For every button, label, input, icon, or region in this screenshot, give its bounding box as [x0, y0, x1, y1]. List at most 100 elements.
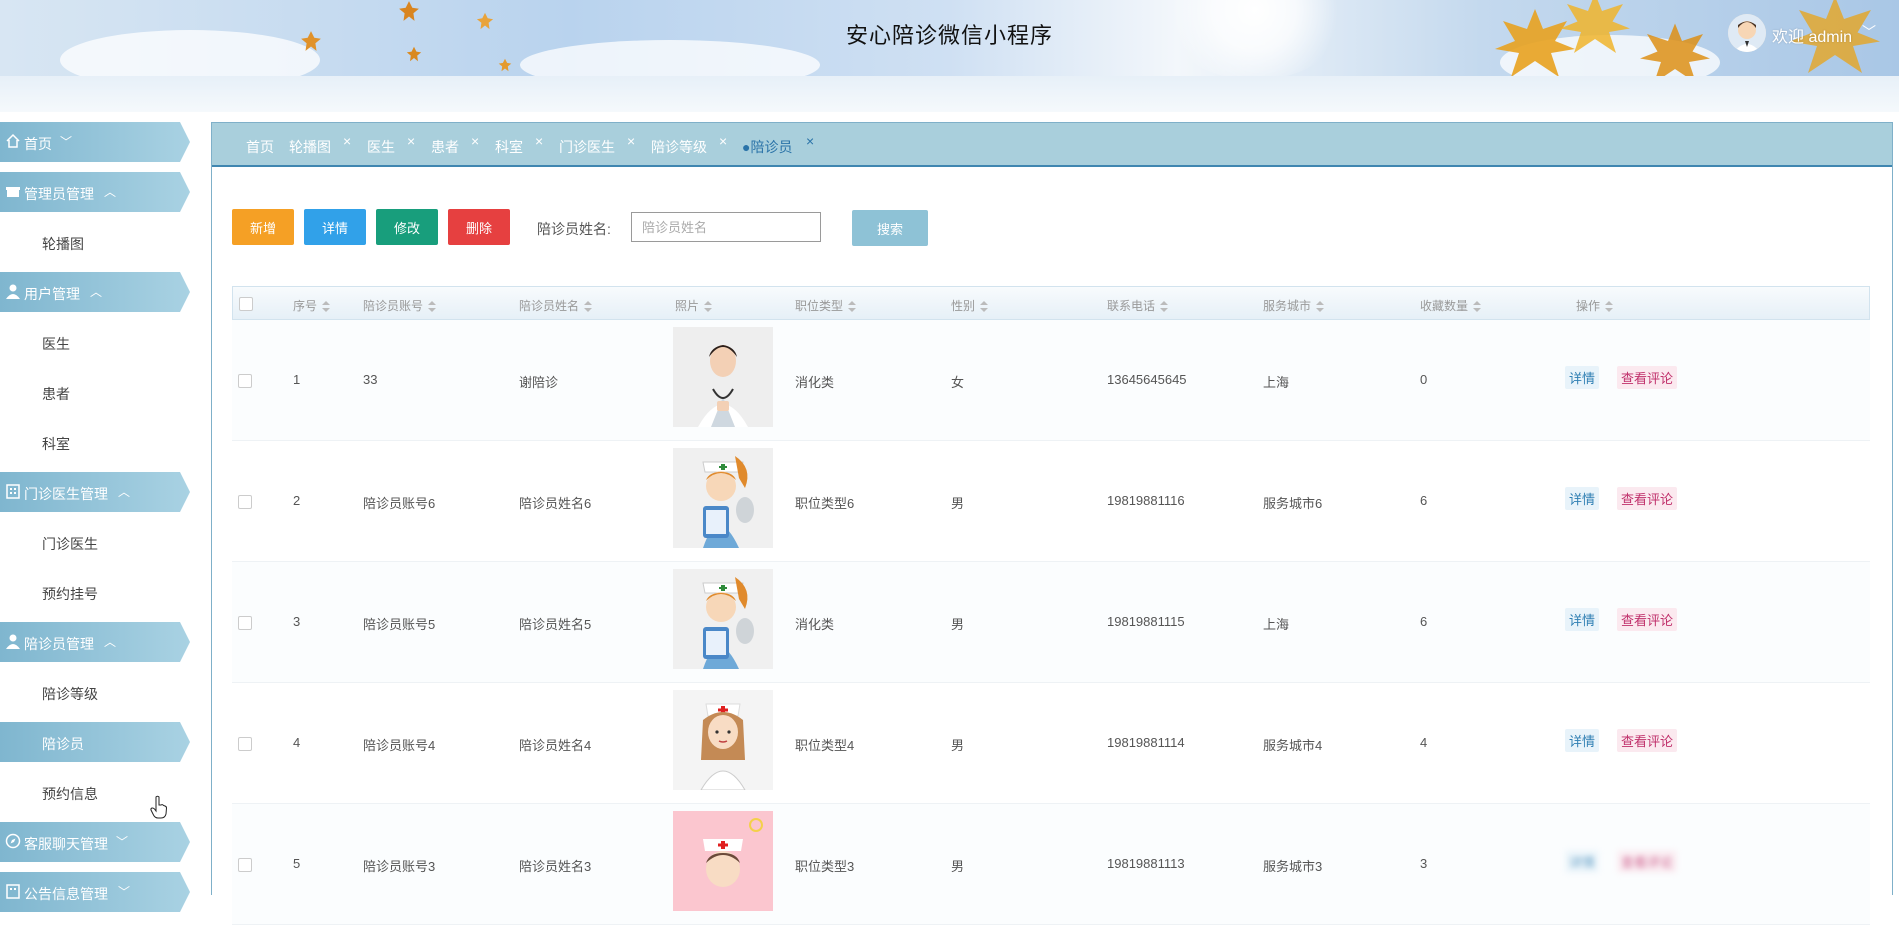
row-checkbox[interactable] — [238, 616, 252, 630]
sidebar-item-chat-management[interactable]: 客服聊天管理 ﹀ — [0, 822, 190, 862]
sort-icon[interactable] — [980, 300, 989, 313]
user-icon — [6, 634, 20, 649]
table-row[interactable]: 1 33 谢陪诊 消化类 女 13645645645 上海 0 详情 查看评论 — [232, 320, 1870, 441]
sidebar-item-patient[interactable]: 患者 — [0, 372, 190, 412]
nurse-cartoon-photo[interactable] — [673, 569, 773, 669]
sort-icon[interactable] — [584, 300, 593, 313]
row-detail-button[interactable]: 详情 — [1565, 850, 1600, 873]
tab-doctor[interactable]: 医生 × — [367, 133, 415, 157]
search-button[interactable]: 搜索 — [852, 210, 928, 246]
tab-patient[interactable]: 患者 × — [431, 133, 479, 157]
chevron-up-icon: ︿ — [118, 485, 131, 499]
tab-department[interactable]: 科室 × — [495, 133, 543, 157]
chevron-up-icon: ︿ — [90, 285, 103, 299]
sort-icon[interactable] — [848, 300, 857, 313]
nurse-pink-photo[interactable] — [673, 811, 773, 911]
tab-escort[interactable]: ●陪诊员 × — [742, 133, 814, 157]
table-row[interactable]: 5 陪诊员账号3 陪诊员姓名3 职位类型3 男 19819881113 服务城市… — [232, 804, 1870, 925]
row-detail-button[interactable]: 详情 — [1565, 608, 1600, 631]
sort-icon[interactable] — [1473, 300, 1482, 313]
sidebar-item-escort-level[interactable]: 陪诊等级 — [0, 672, 190, 712]
sidebar-item-appointment[interactable]: 预约挂号 — [0, 572, 190, 612]
page-title: 安心陪诊微信小程序 — [845, 23, 1053, 48]
search-input[interactable] — [631, 212, 821, 242]
sidebar-item-doctor[interactable]: 医生 — [0, 322, 190, 362]
edit-button[interactable]: 修改 — [376, 209, 438, 245]
sort-icon[interactable] — [1316, 300, 1325, 313]
row-checkbox[interactable] — [238, 737, 252, 751]
cell-account: 33 — [363, 372, 378, 387]
row-checkbox[interactable] — [238, 495, 252, 509]
row-checkbox[interactable] — [238, 374, 252, 388]
user-menu[interactable]: 欢迎 admin ﹀ — [1728, 14, 1888, 54]
tab-home[interactable]: 首页 — [246, 137, 274, 157]
cell-gender: 男 — [951, 617, 965, 632]
cell-phone: 19819881116 — [1107, 493, 1185, 508]
cell-favorites: 4 — [1420, 735, 1428, 750]
cell-account: 陪诊员账号3 — [363, 859, 436, 874]
sidebar-item-notice-management[interactable]: 公告信息管理 ﹀ — [0, 872, 190, 912]
sidebar-item-department[interactable]: 科室 — [0, 422, 190, 462]
column-header[interactable]: 收藏数量 — [1420, 297, 1482, 314]
close-icon[interactable]: × — [535, 133, 543, 149]
delete-button[interactable]: 删除 — [448, 209, 510, 245]
column-header[interactable]: 陪诊员账号 — [363, 297, 437, 314]
row-checkbox[interactable] — [238, 858, 252, 872]
table-row[interactable]: 3 陪诊员账号5 陪诊员姓名5 消化类 男 19819881115 上海 6 详… — [232, 562, 1870, 683]
row-review-button[interactable]: 查看评论 — [1617, 366, 1678, 389]
close-icon[interactable]: × — [407, 133, 415, 149]
cell-no: 5 — [293, 856, 301, 871]
close-icon[interactable]: × — [806, 133, 814, 149]
sort-icon[interactable] — [1160, 300, 1169, 313]
detail-button[interactable]: 详情 — [304, 209, 366, 245]
nurse-cartoon-photo[interactable] — [673, 448, 773, 548]
cell-type: 消化类 — [795, 375, 835, 390]
column-header[interactable]: 性别 — [951, 297, 989, 314]
doctor-female-photo[interactable] — [673, 327, 773, 427]
column-header[interactable]: 服务城市 — [1263, 297, 1325, 314]
tab-banner[interactable]: 轮播图 × — [289, 133, 351, 157]
sidebar-item-admin[interactable]: 管理员管理 ︿ — [0, 172, 190, 212]
table-row[interactable]: 4 陪诊员账号4 陪诊员姓名4 职位类型4 男 19819881114 服务城市… — [232, 683, 1870, 804]
avatar[interactable] — [1728, 14, 1766, 52]
row-detail-button[interactable]: 详情 — [1565, 366, 1600, 389]
sidebar-item-outpatient-management[interactable]: 门诊医生管理 ︿ — [0, 472, 190, 512]
select-all-checkbox[interactable] — [239, 297, 253, 311]
nurse-girl-photo[interactable] — [673, 690, 773, 790]
sidebar-item-outpatient-doctor[interactable]: 门诊医生 — [0, 522, 190, 562]
sort-icon[interactable] — [1605, 300, 1614, 313]
header-sub-bar — [0, 76, 1899, 112]
column-header[interactable]: 联系电话 — [1107, 297, 1169, 314]
table-row[interactable]: 2 陪诊员账号6 陪诊员姓名6 职位类型6 男 19819881116 服务城市… — [232, 441, 1870, 562]
column-header[interactable]: 序号 — [293, 297, 331, 314]
tab-escort-level[interactable]: 陪诊等级 × — [651, 133, 727, 157]
row-review-button[interactable]: 查看评论 — [1617, 487, 1678, 510]
sidebar-item-home[interactable]: 首页 ﹀ — [0, 122, 190, 162]
column-header[interactable]: 陪诊员姓名 — [519, 297, 593, 314]
column-header[interactable]: 操作 — [1576, 297, 1614, 314]
row-review-button[interactable]: 查看评论 — [1617, 850, 1678, 873]
column-header[interactable]: 职位类型 — [795, 297, 857, 314]
tab-outpatient-doctor[interactable]: 门诊医生 × — [559, 133, 635, 157]
sidebar-item-escort[interactable]: 陪诊员 — [0, 722, 190, 762]
sort-icon[interactable] — [322, 300, 331, 313]
row-review-button[interactable]: 查看评论 — [1617, 608, 1678, 631]
close-icon[interactable]: × — [471, 133, 479, 149]
cell-gender: 女 — [951, 375, 965, 390]
sidebar-item-user-management[interactable]: 用户管理 ︿ — [0, 272, 190, 312]
close-icon[interactable]: × — [343, 133, 351, 149]
chevron-down-icon[interactable]: ﹀ — [1862, 22, 1876, 42]
sort-icon[interactable] — [704, 300, 713, 313]
column-header[interactable]: 照片 — [675, 297, 713, 314]
sidebar-item-escort-management[interactable]: 陪诊员管理 ︿ — [0, 622, 190, 662]
sort-icon[interactable] — [428, 300, 437, 313]
add-button[interactable]: 新增 — [232, 209, 294, 245]
row-review-button[interactable]: 查看评论 — [1617, 729, 1678, 752]
table-header: 序号 陪诊员账号 陪诊员姓名 照片 职位类型 性别 联系电话 服务城市 收藏数量… — [232, 286, 1870, 320]
sidebar-item-banner[interactable]: 轮播图 — [0, 222, 190, 262]
close-icon[interactable]: × — [719, 133, 727, 149]
close-icon[interactable]: × — [627, 133, 635, 149]
cell-no: 3 — [293, 614, 301, 629]
row-detail-button[interactable]: 详情 — [1565, 487, 1600, 510]
row-detail-button[interactable]: 详情 — [1565, 729, 1600, 752]
